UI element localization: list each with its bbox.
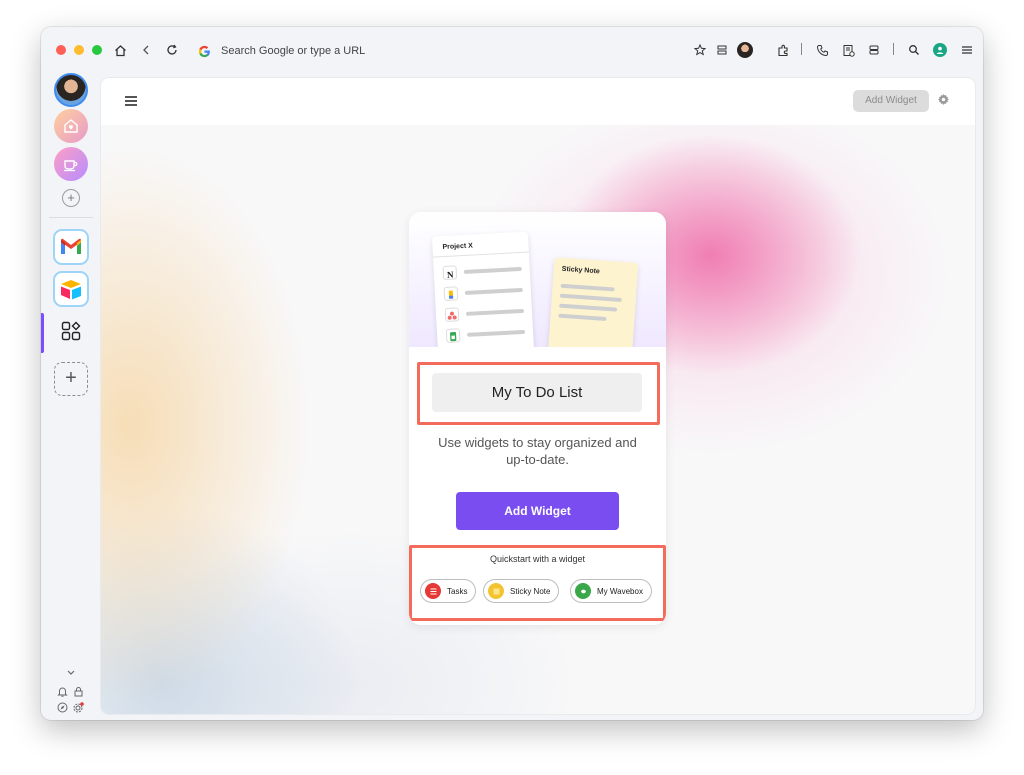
search-icon[interactable]	[906, 42, 922, 58]
chip-label: Sticky Note	[510, 586, 551, 596]
list-item: N	[442, 262, 523, 281]
address-bar-text[interactable]: Search Google or type a URL	[221, 45, 365, 57]
add-space-button[interactable]: +	[62, 189, 80, 207]
sidebar: + +	[41, 73, 101, 720]
phone-icon[interactable]	[814, 42, 830, 58]
sticky-note-paper: Sticky Note	[547, 257, 639, 347]
lock-icon[interactable]	[72, 686, 84, 698]
add-app-button[interactable]: +	[54, 362, 88, 396]
settings-gear-icon[interactable]	[72, 702, 84, 714]
widgets-app-icon[interactable]	[53, 313, 89, 349]
svg-text:N: N	[447, 270, 455, 280]
browser-window: Search Google or type a URL + + Add Widg…	[41, 27, 983, 720]
widgets-header: Add Widget	[101, 78, 975, 125]
chip-label: My Wavebox	[597, 586, 643, 596]
add-widget-button[interactable]: Add Widget	[456, 492, 619, 530]
toolbar: Search Google or type a URL	[41, 27, 983, 73]
active-app-indicator	[41, 313, 44, 353]
tasks-icon	[425, 583, 441, 599]
empty-widget-card: Project X N Sticky Note My To Do List Us…	[409, 212, 666, 625]
storage-icon[interactable]	[866, 42, 882, 58]
back-icon[interactable]	[138, 42, 154, 58]
close-window-button[interactable]	[56, 45, 66, 55]
list-item	[444, 304, 526, 323]
toolbar-separator	[801, 43, 802, 55]
gear-icon[interactable]	[937, 93, 951, 107]
google-sheets-icon	[445, 328, 461, 343]
notion-icon: N	[442, 265, 458, 281]
maximize-window-button[interactable]	[92, 45, 102, 55]
widget-illustration: Project X N Sticky Note	[409, 212, 666, 347]
menu-icon[interactable]	[959, 42, 975, 58]
wavebox-icon	[575, 583, 591, 599]
gmail-app-icon[interactable]	[53, 229, 89, 265]
reading-list-icon[interactable]	[840, 42, 856, 58]
minimize-window-button[interactable]	[74, 45, 84, 55]
address-bar[interactable]: Search Google or type a URL	[193, 38, 763, 64]
chevron-down-icon[interactable]	[65, 669, 77, 681]
account-icon[interactable]	[933, 43, 947, 57]
compass-icon[interactable]	[56, 702, 68, 714]
sidebar-divider	[49, 217, 93, 218]
airtable-app-icon[interactable]	[53, 271, 89, 307]
user-profile-avatar[interactable]	[54, 73, 88, 107]
window-controls	[56, 45, 102, 55]
bell-icon[interactable]	[56, 686, 68, 698]
tab-list-icon[interactable]	[714, 42, 730, 58]
reload-icon[interactable]	[164, 42, 180, 58]
hamburger-menu-icon[interactable]	[125, 96, 137, 106]
toolbar-separator	[893, 43, 894, 55]
project-title: Project X	[442, 242, 474, 252]
list-item	[445, 325, 527, 343]
widgets-main-panel: Add Widget Project X N Sticky Note My To…	[101, 78, 975, 714]
asana-icon	[444, 307, 460, 323]
widget-title-input[interactable]: My To Do List	[432, 373, 642, 412]
home-space-icon[interactable]	[54, 109, 88, 143]
header-add-widget-button[interactable]: Add Widget	[853, 90, 929, 112]
divider	[432, 251, 529, 258]
profile-avatar[interactable]	[737, 42, 753, 58]
sticky-note-icon	[488, 583, 504, 599]
sticky-note-chip[interactable]: Sticky Note	[483, 579, 560, 603]
google-icon	[197, 44, 211, 58]
card-description: Use widgets to stay organized and up-to-…	[438, 435, 637, 467]
project-list-paper: Project X N	[431, 231, 535, 347]
extensions-icon[interactable]	[775, 42, 791, 58]
coffee-space-icon[interactable]	[54, 147, 88, 181]
sticky-note-title: Sticky Note	[561, 265, 601, 276]
my-wavebox-chip[interactable]: My Wavebox	[570, 579, 652, 603]
list-item	[443, 283, 525, 302]
quickstart-label: Quickstart with a widget	[489, 554, 586, 564]
home-icon[interactable]	[112, 42, 128, 58]
bookmark-star-icon[interactable]	[692, 42, 708, 58]
google-drive-icon	[443, 286, 459, 302]
chip-label: Tasks	[447, 586, 468, 596]
tasks-chip[interactable]: Tasks	[420, 579, 477, 603]
